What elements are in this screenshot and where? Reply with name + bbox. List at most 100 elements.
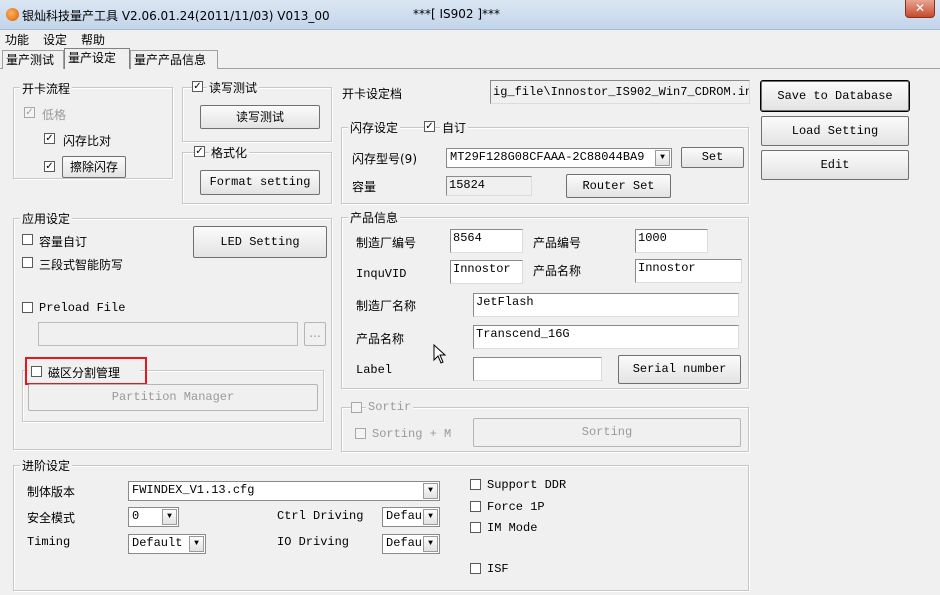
chevron-down-icon: ▼	[423, 509, 438, 525]
tab-mass-settings[interactable]: 量产设定	[64, 48, 130, 69]
isf-checkbox[interactable]	[470, 563, 481, 574]
partition-manager-button[interactable]: Partition Manager	[28, 384, 318, 411]
isf-label: ISF	[487, 562, 509, 576]
product-name-input[interactable]: Innostor	[635, 259, 742, 283]
flash-type-label: 闪存型号(9)	[352, 152, 417, 166]
menu-function[interactable]: 功能	[5, 31, 29, 48]
timing-select[interactable]: Default ▼	[128, 534, 206, 554]
timing-value: Default	[132, 536, 183, 550]
flash-compare-checkbox[interactable]: ✓	[44, 133, 55, 144]
product-name2-label: 产品名称	[356, 332, 405, 346]
save-to-database-button[interactable]: Save to Database	[760, 80, 910, 112]
three-stage-label: 三段式智能防写	[39, 258, 124, 272]
product-id-input[interactable]: 1000	[635, 229, 708, 253]
support-ddr-label: Support DDR	[487, 478, 567, 492]
format-label: 格式化	[209, 144, 250, 161]
ctrl-driving-select[interactable]: Defau ▼	[382, 507, 440, 527]
sorting-m-checkbox[interactable]	[355, 428, 366, 439]
flash-auto-checkbox[interactable]: ✓	[424, 121, 435, 132]
mfr-name-input[interactable]: JetFlash	[473, 293, 739, 317]
set-button[interactable]: Set	[681, 147, 744, 168]
erase-flash-button[interactable]: 擦除闪存	[62, 156, 126, 178]
menu-settings[interactable]: 设定	[43, 31, 67, 48]
sorting-m-label: Sorting + M	[372, 427, 452, 441]
flash-type-select[interactable]: MT29F128G08CFAAA-2C88044BA9 ▼	[446, 148, 672, 168]
io-driving-select[interactable]: Defau ▼	[382, 534, 440, 554]
product-name-label: 产品名称	[533, 264, 582, 278]
firmware-label: 制体版本	[27, 485, 76, 499]
app-settings-title: 应用设定	[20, 210, 73, 227]
product-id-label: 产品编号	[533, 236, 582, 250]
mfr-name-label: 制造厂名称	[356, 299, 417, 313]
flash-compare-label: 闪存比对	[63, 134, 112, 148]
support-ddr-checkbox[interactable]	[470, 479, 481, 490]
capacity-input[interactable]: 15824	[446, 176, 532, 196]
force-1p-label: Force 1P	[487, 500, 545, 514]
flash-settings-title: 闪存设定	[348, 119, 401, 136]
mfr-id-label: 制造厂编号	[356, 236, 417, 250]
chevron-down-icon: ▼	[423, 483, 438, 499]
low-format-label: 低格	[42, 108, 67, 122]
sortir-checkbox[interactable]	[351, 402, 362, 413]
preload-file-path-input[interactable]	[38, 322, 298, 346]
product-name2-input[interactable]: Transcend_16G	[473, 325, 739, 349]
card-file-label: 开卡设定档	[342, 87, 403, 101]
label-input[interactable]	[473, 357, 602, 381]
safe-mode-select[interactable]: 0 ▼	[128, 507, 179, 527]
low-format-checkbox[interactable]: ✓	[24, 107, 35, 118]
advanced-title: 进阶设定	[20, 457, 73, 474]
product-info-title: 产品信息	[348, 209, 401, 226]
inquvid-input[interactable]: Innostor	[450, 260, 523, 284]
timing-label: Timing	[27, 535, 71, 549]
erase-flash-checkbox[interactable]: ✓	[44, 161, 55, 172]
edit-button[interactable]: Edit	[761, 150, 909, 180]
io-driving-label: IO Driving	[277, 535, 350, 549]
capacity-label: 容量	[352, 180, 377, 194]
menu-help[interactable]: 帮助	[81, 31, 105, 48]
label-label: Label	[356, 363, 393, 377]
firmware-value: FWINDEX_V1.13.cfg	[132, 483, 255, 497]
ctrl-driving-value: Defau	[386, 509, 423, 523]
led-setting-button[interactable]: LED Setting	[193, 226, 327, 258]
io-driving-value: Defau	[386, 536, 423, 550]
flash-type-value: MT29F128G08CFAAA-2C88044BA9	[450, 150, 645, 164]
force-1p-checkbox[interactable]	[470, 501, 481, 512]
safe-mode-value: 0	[132, 509, 140, 523]
ctrl-driving-label: Ctrl Driving	[277, 509, 364, 523]
mfr-id-input[interactable]: 8564	[450, 229, 523, 253]
im-mode-checkbox[interactable]	[470, 522, 481, 533]
load-setting-button[interactable]: Load Setting	[761, 116, 909, 146]
tab-mass-test[interactable]: 量产测试	[2, 50, 64, 69]
tab-product-info[interactable]: 量产产品信息	[130, 50, 218, 69]
inquvid-label: InquVID	[356, 267, 407, 281]
firmware-select[interactable]: FWINDEX_V1.13.cfg ▼	[128, 481, 440, 501]
menu-bar: 功能 设定 帮助	[0, 30, 940, 48]
card-file-input[interactable]: ig_file\Innostor_IS902_Win7_CDROM.ini	[490, 80, 750, 104]
mouse-cursor-icon	[433, 344, 447, 364]
chevron-down-icon: ▼	[423, 536, 438, 552]
three-stage-checkbox[interactable]	[22, 257, 33, 268]
serial-number-button[interactable]: Serial number	[618, 355, 741, 384]
card-flow-title: 开卡流程	[20, 80, 73, 97]
preload-file-label: Preload File	[39, 301, 126, 315]
capacity-custom-checkbox[interactable]	[22, 234, 33, 245]
window-title: 银灿科技量产工具 V2.06.01.24(2011/11/03) V013_00	[22, 9, 330, 23]
browse-button[interactable]: ...	[304, 322, 326, 346]
rw-test-button[interactable]: 读写测试	[200, 105, 320, 129]
window-target-label: ***[ IS902 ]***	[413, 7, 501, 21]
rw-test-checkbox[interactable]: ✓	[192, 81, 203, 92]
capacity-custom-label: 容量自订	[39, 235, 88, 249]
sorting-button[interactable]: Sorting	[473, 418, 741, 447]
format-setting-button[interactable]: Format setting	[200, 170, 320, 195]
router-set-button[interactable]: Router Set	[566, 174, 671, 198]
flash-auto-label: 自订	[440, 119, 469, 136]
format-checkbox[interactable]: ✓	[194, 146, 205, 157]
im-mode-label: IM Mode	[487, 521, 538, 535]
chevron-down-icon: ▼	[655, 150, 670, 166]
highlight-box	[25, 357, 147, 385]
sortir-label: Sortir	[366, 400, 414, 414]
chevron-down-icon: ▼	[189, 536, 204, 552]
preload-file-checkbox[interactable]	[22, 302, 33, 313]
close-icon[interactable]: ✕	[905, 0, 935, 18]
chevron-down-icon: ▼	[162, 509, 177, 525]
